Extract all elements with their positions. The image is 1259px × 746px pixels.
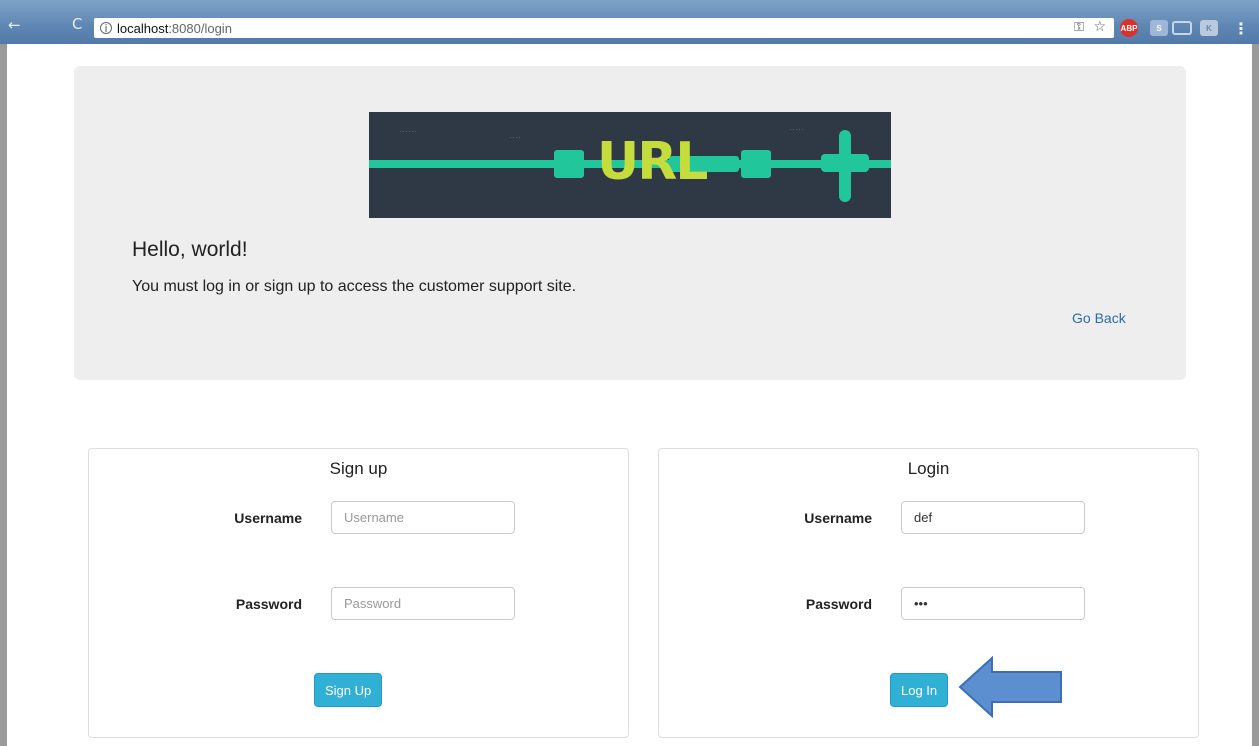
cast-icon[interactable] [1172,21,1192,35]
signup-username-input[interactable] [331,501,515,534]
url-path: :8080/login [168,20,232,36]
lead-text: You must log in or sign up to access the… [132,278,577,295]
k-extension-icon[interactable]: K [1200,20,1218,36]
browser-toolbar: ← C i localhost:8080/login ⚿ ☆ ABP S K ⋮ [0,0,1259,44]
page-heading: Hello, world! [132,238,248,261]
banner-texture: ···· [509,132,521,142]
adblock-extension-icon[interactable]: ABP [1120,19,1138,37]
s-extension-icon[interactable]: S [1150,20,1168,36]
login-panel: Login Username Password Log In [658,448,1199,738]
banner-plug [741,150,771,178]
browser-menu-icon[interactable]: ⋮ [1232,19,1250,38]
signup-password-input[interactable] [331,587,515,620]
back-icon[interactable]: ← [8,16,21,34]
banner-text: URL [597,132,708,192]
banner-texture: ····· [789,124,804,134]
login-password-input[interactable] [901,587,1085,620]
window-border-right [1252,44,1259,746]
signup-username-label: Username [234,510,302,526]
info-icon[interactable]: i [100,22,112,35]
login-password-label: Password [805,596,872,612]
address-bar[interactable]: i localhost:8080/login ⚿ ☆ [94,18,1114,38]
jumbotron: ······ ···· ····· URL Hello, world! You … [74,66,1186,380]
bookmark-star-icon[interactable]: ☆ [1093,19,1106,35]
sign-up-button[interactable]: Sign Up [314,673,383,707]
log-in-button[interactable]: Log In [890,673,949,707]
go-back-link[interactable]: Go Back [1072,310,1126,326]
signup-password-label: Password [235,596,302,612]
banner-texture: ······ [399,126,417,136]
signup-title: Sign up [329,459,388,478]
banner-connector [821,154,869,172]
url-host: localhost [117,20,169,36]
login-username-input[interactable] [901,501,1085,534]
reload-icon[interactable]: C [72,15,82,33]
arrow-shape [958,656,1062,718]
login-title: Login [907,459,950,478]
login-username-label: Username [804,510,872,526]
signup-panel: Sign up Username Password Sign Up [88,448,629,738]
window-border-left [0,44,7,746]
url-banner-image: ······ ···· ····· URL [369,112,891,218]
banner-plug [554,150,584,178]
key-icon[interactable]: ⚿ [1074,20,1084,35]
pointer-arrow-icon [958,656,1062,718]
